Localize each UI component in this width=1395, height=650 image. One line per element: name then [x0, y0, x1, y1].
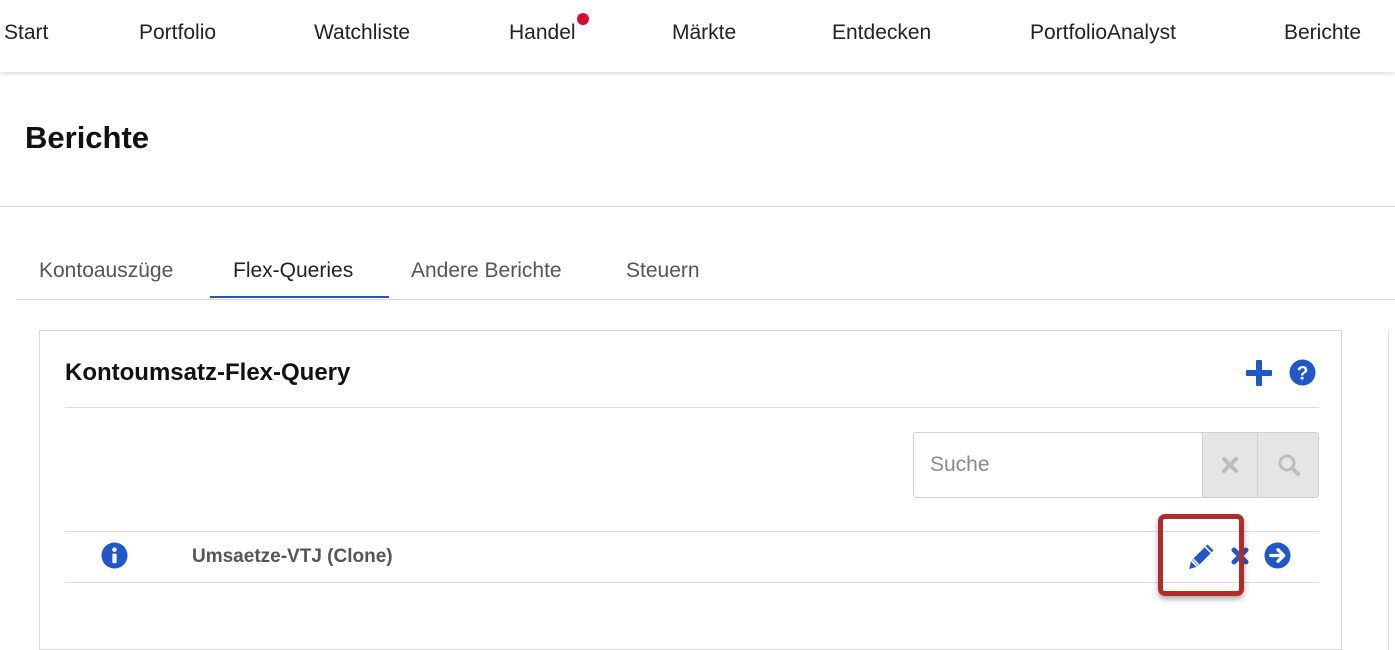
- nav-item-watchliste[interactable]: Watchliste: [314, 21, 410, 45]
- nav-item-handel[interactable]: Handel: [509, 13, 589, 45]
- query-name[interactable]: Umsaetze-VTJ (Clone): [192, 546, 393, 568]
- adjacent-card-edge: [1388, 330, 1389, 650]
- plus-icon[interactable]: [1246, 360, 1272, 391]
- tabs-divider: [17, 299, 1395, 300]
- notification-dot: [576, 13, 589, 25]
- nav-item-berichte[interactable]: Berichte: [1284, 21, 1361, 45]
- tab-flex-queries[interactable]: Flex-Queries: [233, 259, 353, 283]
- row-divider: [65, 531, 1319, 532]
- header-divider: [0, 206, 1395, 207]
- tab-andere-berichte[interactable]: Andere Berichte: [411, 259, 562, 283]
- card-header-divider: [65, 407, 1319, 408]
- card-title: Kontoumsatz-Flex-Query: [65, 359, 351, 386]
- top-navigation: Start Portfolio Watchliste Handel Märkte…: [0, 0, 1395, 72]
- tab-steuern[interactable]: Steuern: [626, 259, 700, 283]
- nav-item-label: Handel: [509, 21, 576, 44]
- magnifier-icon: [1278, 454, 1300, 476]
- nav-item-portfolioanalyst[interactable]: PortfolioAnalyst: [1030, 21, 1176, 45]
- tab-kontoauszuege[interactable]: Kontoauszüge: [39, 259, 173, 283]
- search-button[interactable]: [1257, 433, 1318, 497]
- run-arrow-icon[interactable]: [1264, 542, 1291, 574]
- search-box: [913, 432, 1319, 498]
- nav-item-portfolio[interactable]: Portfolio: [139, 21, 216, 45]
- nav-item-start[interactable]: Start: [4, 21, 48, 45]
- svg-text:?: ?: [1297, 363, 1309, 384]
- clear-x-icon: [1222, 457, 1238, 473]
- row-divider: [65, 582, 1319, 583]
- active-tab-indicator: [210, 296, 389, 298]
- page-title: Berichte: [25, 120, 150, 155]
- nav-item-entdecken[interactable]: Entdecken: [832, 21, 931, 45]
- search-clear-button[interactable]: [1202, 433, 1257, 497]
- edit-highlight-frame: [1158, 514, 1244, 596]
- nav-item-maerkte[interactable]: Märkte: [672, 21, 736, 45]
- info-icon[interactable]: [101, 542, 128, 574]
- help-circle-icon[interactable]: ?: [1289, 359, 1316, 391]
- search-input[interactable]: [914, 433, 1202, 497]
- flex-query-card: Kontoumsatz-Flex-Query ? Suche Umsaetze-…: [39, 330, 1342, 650]
